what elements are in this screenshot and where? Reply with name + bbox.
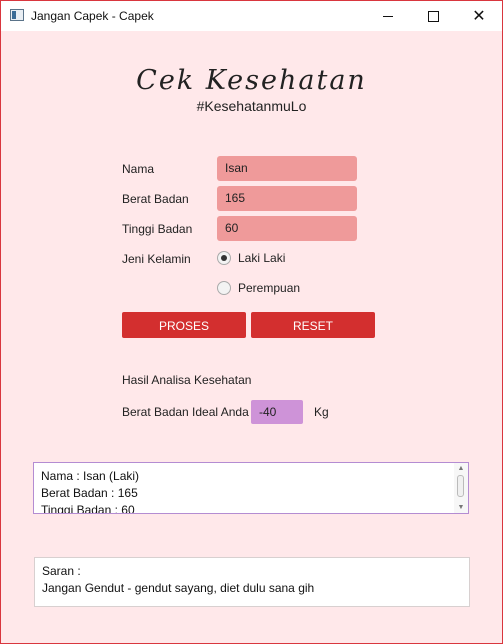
gender-label: Jeni Kelamin: [122, 252, 191, 266]
page-subtitle: #KesehatanmuLo: [196, 98, 307, 114]
ideal-weight-unit: Kg: [314, 405, 329, 419]
minimize-button[interactable]: [365, 1, 411, 31]
process-button[interactable]: PROSES: [122, 312, 246, 338]
radio-female-label: Perempuan: [238, 281, 301, 295]
output-line-name: Nama : Isan (Laki): [41, 469, 140, 483]
output-line-weight: Berat Badan : 165: [41, 486, 138, 500]
window-title: Jangan Capek - Capek: [31, 9, 154, 23]
height-field[interactable]: [217, 216, 357, 241]
radio-female[interactable]: Perempuan: [217, 281, 300, 295]
maximize-button[interactable]: [410, 1, 456, 31]
radio-female-indicator[interactable]: [217, 281, 231, 295]
result-title: Hasil Analisa Kesehatan: [122, 373, 252, 387]
output-text: Nama : Isan (Laki) Berat Badan : 165 Tin…: [41, 468, 140, 514]
app-window: Jangan Capek - Capek ✕ Cek Kesehatan #Ke…: [0, 0, 503, 644]
scroll-up-icon[interactable]: ▲: [454, 463, 468, 474]
output-textarea[interactable]: Nama : Isan (Laki) Berat Badan : 165 Tin…: [33, 462, 469, 514]
close-button[interactable]: ✕: [456, 1, 502, 31]
scroll-thumb[interactable]: [457, 475, 464, 497]
ideal-weight-value: -40: [251, 400, 303, 424]
height-label: Tinggi Badan: [122, 222, 193, 236]
close-icon: ✕: [472, 8, 486, 25]
name-label: Nama: [122, 162, 155, 176]
reset-button[interactable]: RESET: [251, 312, 375, 338]
maximize-icon: [427, 10, 439, 22]
advice-text: Saran : Jangan Gendut - gendut sayang, d…: [42, 563, 314, 597]
vertical-scrollbar[interactable]: ▲ ▼: [454, 463, 468, 513]
advice-line-message: Jangan Gendut - gendut sayang, diet dulu…: [42, 581, 315, 595]
advice-line-title: Saran :: [42, 564, 81, 578]
weight-label: Berat Badan: [122, 192, 189, 206]
title-bar: Jangan Capek - Capek ✕: [1, 1, 502, 31]
radio-male[interactable]: Laki Laki: [217, 251, 285, 265]
radio-male-label: Laki Laki: [238, 251, 286, 265]
scroll-down-icon[interactable]: ▼: [454, 502, 468, 513]
app-icon: [10, 9, 24, 21]
advice-textarea[interactable]: Saran : Jangan Gendut - gendut sayang, d…: [34, 557, 470, 607]
output-line-height: Tinggi Badan : 60: [41, 503, 135, 514]
name-field[interactable]: [217, 156, 357, 181]
weight-field[interactable]: [217, 186, 357, 211]
radio-male-indicator[interactable]: [217, 251, 231, 265]
ideal-weight-label: Berat Badan Ideal Anda: [122, 405, 249, 419]
page-title: Cek Kesehatan: [136, 65, 367, 96]
minimize-icon: [383, 15, 393, 17]
